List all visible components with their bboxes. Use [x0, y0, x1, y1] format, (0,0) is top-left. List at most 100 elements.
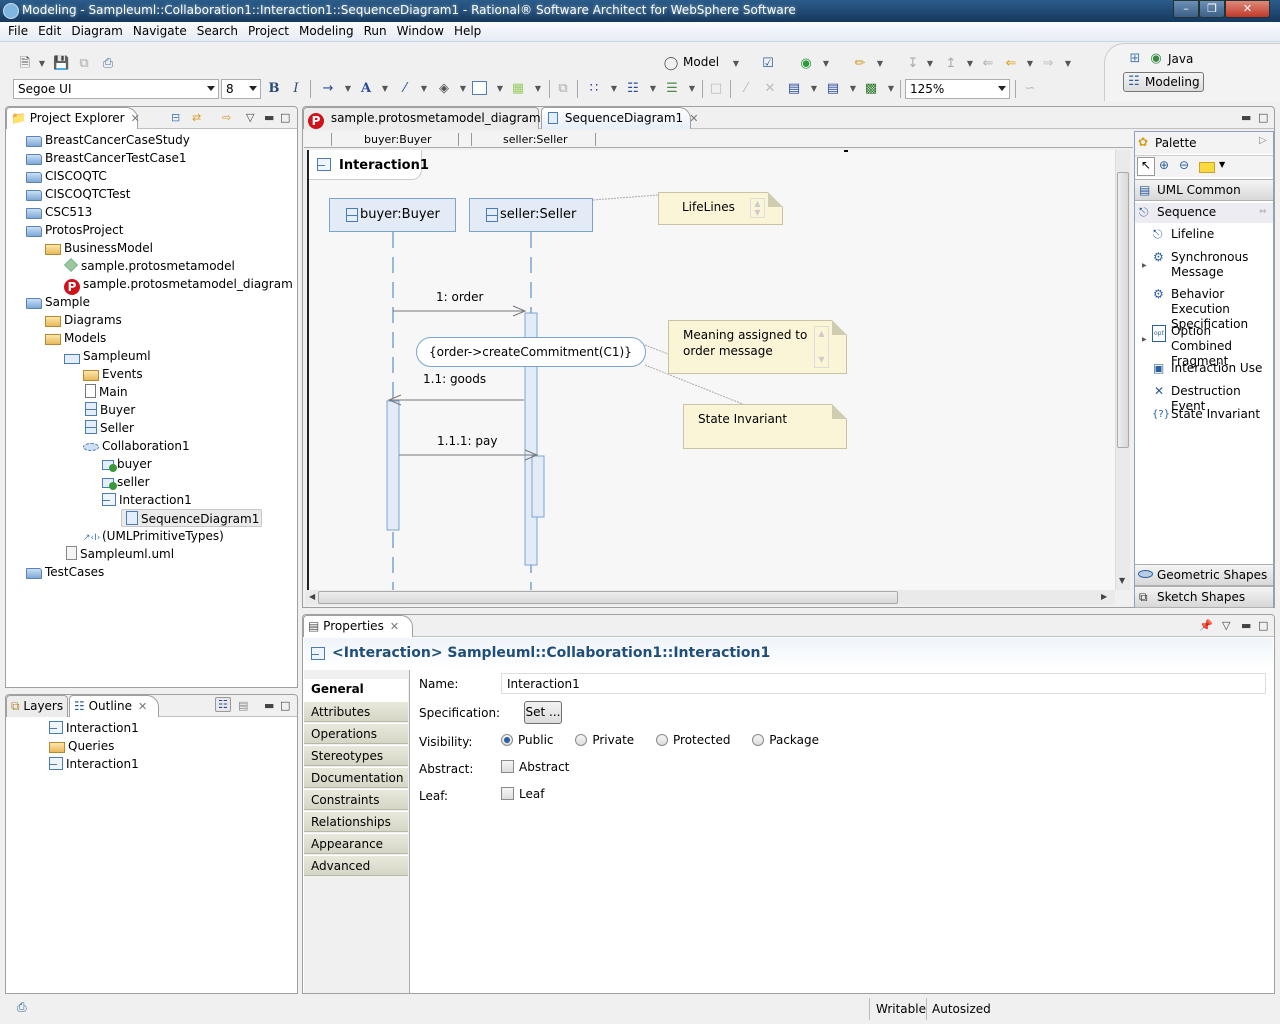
- tree-item[interactable]: CSC513: [26, 203, 92, 221]
- section-tab-operations[interactable]: Operations: [304, 723, 408, 744]
- tree-item[interactable]: SequenceDiagram1: [121, 509, 263, 527]
- menu-project[interactable]: Project: [243, 22, 294, 38]
- note-tool-dropdown-icon[interactable]: ▼: [1219, 160, 1225, 169]
- scroll-down-icon[interactable]: ▼: [1119, 576, 1125, 585]
- prev-annotation-icon[interactable]: ↥: [943, 56, 959, 72]
- tree-item[interactable]: CISCOQTC: [26, 167, 107, 185]
- restore-button[interactable]: ❐: [1199, 0, 1225, 18]
- tree-item[interactable]: BusinessModel: [45, 239, 153, 257]
- tool-lifeline[interactable]: ⎋ Lifeline: [1135, 227, 1273, 242]
- menu-file[interactable]: File: [0, 22, 33, 38]
- tab-sequence-diagram[interactable]: SequenceDiagram1 ✕: [541, 107, 698, 129]
- tree-item[interactable]: Sample: [26, 293, 90, 311]
- view-menu-icon[interactable]: ▽: [1222, 619, 1230, 632]
- link-icon[interactable]: ∽: [1022, 81, 1038, 97]
- close-button[interactable]: ✕: [1225, 0, 1270, 18]
- section-tab-advanced[interactable]: Advanced: [304, 855, 408, 876]
- back-dropdown-icon[interactable]: ▼: [1022, 56, 1038, 72]
- note-scroll-icon[interactable]: ▲ ▼: [814, 326, 829, 368]
- transform-dropdown-icon[interactable]: ▼: [872, 56, 888, 72]
- forward-dropdown-icon[interactable]: ▼: [1060, 56, 1076, 72]
- radio-public[interactable]: Public: [501, 733, 554, 747]
- italic-icon[interactable]: I: [288, 81, 304, 97]
- view-menu-icon[interactable]: ▽: [246, 111, 254, 124]
- last-edit-icon[interactable]: ⇐: [980, 56, 996, 72]
- fast-view-icon[interactable]: ⎙: [17, 1000, 27, 1015]
- diagram-vertical-scrollbar[interactable]: ▼: [1115, 150, 1130, 590]
- tree-item[interactable]: Psample.protosmetamodel_diagram: [64, 275, 293, 295]
- next-annotation-icon[interactable]: ↧: [905, 56, 921, 72]
- transform-icon[interactable]: ✏: [852, 56, 868, 72]
- maximize-icon[interactable]: □: [1258, 619, 1268, 632]
- palette-colors-dropdown-icon[interactable]: ▼: [530, 81, 546, 97]
- message-order-label[interactable]: 1: order: [436, 290, 484, 304]
- tree-item[interactable]: BreastCancerTestCase1: [26, 149, 186, 167]
- actors-dropdown-icon[interactable]: ▼: [883, 81, 899, 97]
- note-lifelines[interactable]: LifeLines ▲ ▼: [658, 192, 783, 225]
- line-color-icon[interactable]: ⁄: [397, 81, 413, 97]
- note-state-invariant[interactable]: State Invariant: [683, 404, 847, 449]
- drawer-sketch-shapes[interactable]: ⧉ Sketch Shapes: [1135, 586, 1273, 608]
- java-perspective-button[interactable]: Java: [1168, 52, 1193, 66]
- tool-interaction-use[interactable]: ▣ Interaction Use: [1135, 361, 1273, 376]
- pin-icon[interactable]: ⇔: [1259, 203, 1267, 222]
- drawer-uml-common[interactable]: ▤ UML Common: [1135, 179, 1273, 201]
- tree-item[interactable]: BreastCancerCaseStudy: [26, 131, 190, 149]
- checkbox[interactable]: [501, 760, 514, 773]
- tree-item[interactable]: Sampleuml.uml: [64, 545, 174, 563]
- save-all-icon[interactable]: ⧉: [76, 56, 92, 72]
- close-icon[interactable]: ✕: [131, 112, 140, 125]
- menu-help[interactable]: Help: [449, 22, 486, 38]
- scroll-right-icon[interactable]: ▶: [1101, 592, 1107, 601]
- lifeline-buyer[interactable]: buyer:Buyer: [329, 198, 456, 232]
- font-color-icon[interactable]: A: [358, 81, 374, 97]
- menu-modeling[interactable]: Modeling: [294, 22, 359, 38]
- tree-item[interactable]: Diagrams: [45, 311, 122, 329]
- compartment-icon[interactable]: ▤: [786, 81, 802, 97]
- validate-icon[interactable]: ☑: [760, 56, 776, 72]
- copy-appearance-icon[interactable]: ⧉: [555, 81, 571, 97]
- shape-style-icon[interactable]: [472, 81, 487, 95]
- menu-search[interactable]: Search: [192, 22, 243, 38]
- next-annotation-dropdown-icon[interactable]: ▼: [922, 56, 938, 72]
- filters-icon[interactable]: ▤: [825, 81, 841, 97]
- fill-color-dropdown-icon[interactable]: ▼: [455, 81, 471, 97]
- minimize-button[interactable]: –: [1173, 0, 1199, 18]
- section-tab-attributes[interactable]: Attributes: [304, 701, 408, 722]
- horizontal-scroll-thumb[interactable]: [318, 591, 898, 604]
- menu-edit[interactable]: Edit: [33, 22, 66, 38]
- tree-item[interactable]: ↗‹I› (UMLPrimitiveTypes): [83, 527, 224, 545]
- arrange-dropdown-icon[interactable]: ▼: [645, 81, 661, 97]
- route-icon[interactable]: ⁄: [738, 81, 754, 97]
- tree-item[interactable]: Events: [83, 365, 143, 383]
- section-tab-constraints[interactable]: Constraints: [304, 789, 408, 810]
- tree-item[interactable]: Collaboration1: [83, 437, 190, 455]
- menu-navigate[interactable]: Navigate: [128, 22, 192, 38]
- new-dropdown-icon[interactable]: ▼: [34, 56, 50, 72]
- group-icon[interactable]: □: [708, 81, 724, 97]
- minimize-icon[interactable]: ▬: [1241, 619, 1251, 632]
- tree-item[interactable]: Seller: [83, 419, 134, 437]
- minimize-icon[interactable]: ▬: [264, 111, 274, 124]
- zoom-combo[interactable]: 125%: [905, 79, 1010, 99]
- run-dropdown-icon[interactable]: ▼: [818, 56, 834, 72]
- bold-icon[interactable]: B: [266, 81, 282, 97]
- buyer-activation[interactable]: [386, 400, 400, 531]
- diagram-horizontal-scrollbar[interactable]: ◀ ▶: [305, 590, 1115, 605]
- palette-colors-icon[interactable]: ▦: [510, 81, 526, 97]
- minimize-icon[interactable]: ▬: [1241, 111, 1251, 124]
- menu-window[interactable]: Window: [392, 22, 449, 38]
- select-all-icon[interactable]: ∷: [586, 81, 602, 97]
- show-tree-icon[interactable]: ☷: [215, 697, 231, 712]
- tree-item[interactable]: TestCases: [26, 563, 104, 581]
- print-icon[interactable]: ⎙: [100, 56, 116, 72]
- tab-properties[interactable]: ▤ Properties ✕: [303, 615, 413, 637]
- font-size-combo[interactable]: 8: [221, 79, 261, 99]
- menu-diagram[interactable]: Diagram: [66, 22, 128, 38]
- font-color-dropdown-icon[interactable]: ▼: [377, 81, 393, 97]
- lifeline-seller[interactable]: seller:Seller: [469, 198, 593, 232]
- tree-item[interactable]: seller: [102, 473, 150, 491]
- radio-button[interactable]: [752, 734, 765, 746]
- section-tab-stereotypes[interactable]: Stereotypes: [304, 745, 408, 766]
- drawer-geometric-shapes[interactable]: Geometric Shapes: [1135, 564, 1273, 586]
